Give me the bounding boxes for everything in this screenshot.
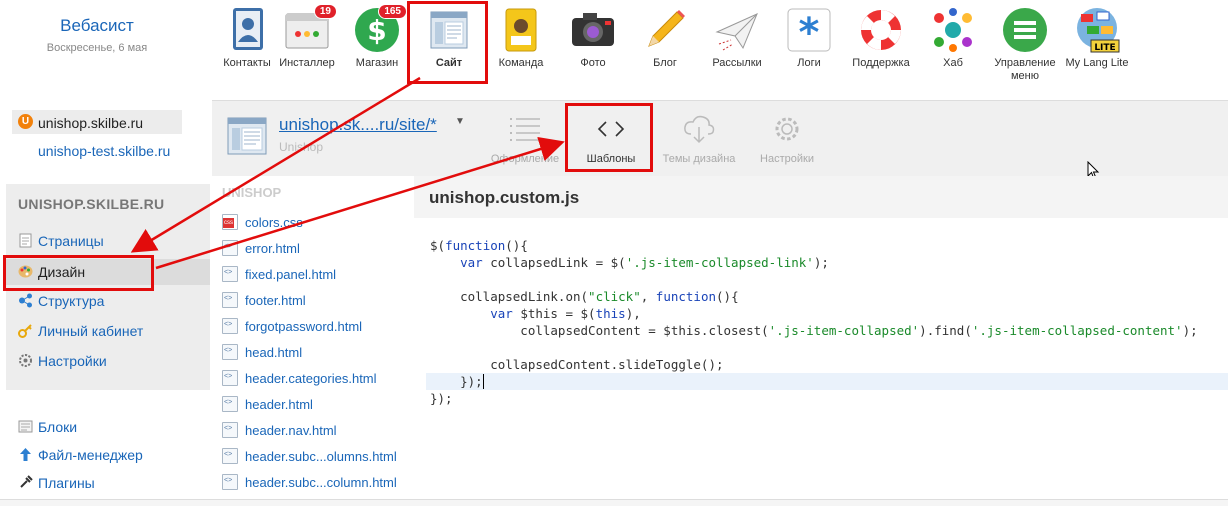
arrow-design-to-templates <box>155 136 565 270</box>
arrow-site-to-design <box>130 76 421 253</box>
annotation-arrows <box>130 76 565 270</box>
